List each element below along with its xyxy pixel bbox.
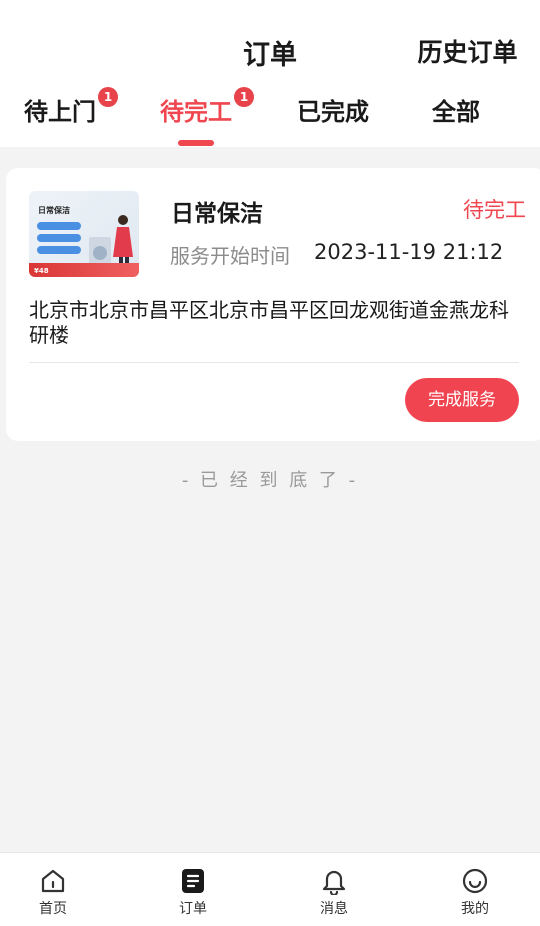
- tab-label: 待完工: [160, 98, 232, 126]
- tab-pending-visit[interactable]: 待上门 1: [20, 87, 118, 136]
- complete-service-button[interactable]: 完成服务: [405, 378, 519, 422]
- tabbar-item-messages[interactable]: 消息: [289, 867, 379, 918]
- smile-icon: [462, 868, 488, 894]
- thumbnail-price: ¥48: [34, 267, 49, 275]
- thumbnail-footer: ¥48: [29, 263, 139, 277]
- tab-pending-completion[interactable]: 待完工 1: [156, 87, 254, 136]
- bottom-tab-bar: 首页 订单 消息 我的: [0, 852, 540, 926]
- page-header: 订单 历史订单 待上门 1 待完工 1 已完成 全部: [0, 0, 540, 147]
- tab-badge: 1: [98, 87, 118, 107]
- tabbar-label: 我的: [461, 901, 489, 917]
- service-time-value: 2023-11-19 21:12: [314, 240, 504, 264]
- thumbnail-pill: [37, 222, 81, 230]
- history-orders-link[interactable]: 历史订单: [410, 33, 525, 69]
- service-name: 日常保洁: [171, 201, 263, 227]
- order-card[interactable]: 日常保洁 ¥48 日常保洁 待完工 服务开始时间 2023-11-19 21:1…: [6, 168, 540, 441]
- tabbar-item-home[interactable]: 首页: [8, 867, 98, 918]
- service-address: 北京市北京市昌平区北京市昌平区回龙观街道金燕龙科研楼: [29, 298, 509, 347]
- tab-all[interactable]: 全部: [425, 92, 487, 136]
- tabbar-label: 首页: [39, 901, 67, 917]
- order-icon: [182, 869, 204, 893]
- end-of-list-text: - 已 经 到 底 了 -: [181, 470, 359, 491]
- bell-icon: [322, 870, 346, 895]
- thumbnail-title: 日常保洁: [38, 206, 70, 215]
- tab-label: 待上门: [24, 98, 96, 126]
- home-icon: [41, 869, 65, 893]
- tabbar-item-orders[interactable]: 订单: [148, 867, 238, 918]
- tabbar-item-profile[interactable]: 我的: [430, 867, 520, 918]
- tab-label: 全部: [432, 98, 480, 126]
- tabbar-label: 消息: [320, 901, 348, 917]
- active-tab-indicator: [178, 140, 214, 146]
- thumbnail-pill: [37, 246, 81, 254]
- divider: [29, 362, 519, 363]
- thumbnail-pill: [37, 234, 81, 242]
- page-title: 订单: [243, 40, 297, 71]
- tab-label: 已完成: [297, 98, 369, 126]
- tabbar-label: 订单: [179, 901, 207, 917]
- order-status: 待完工: [463, 198, 526, 222]
- tab-completed[interactable]: 已完成: [293, 92, 373, 136]
- tab-badge: 1: [234, 87, 254, 107]
- service-time-label: 服务开始时间: [170, 244, 290, 268]
- service-thumbnail: 日常保洁 ¥48: [29, 191, 139, 277]
